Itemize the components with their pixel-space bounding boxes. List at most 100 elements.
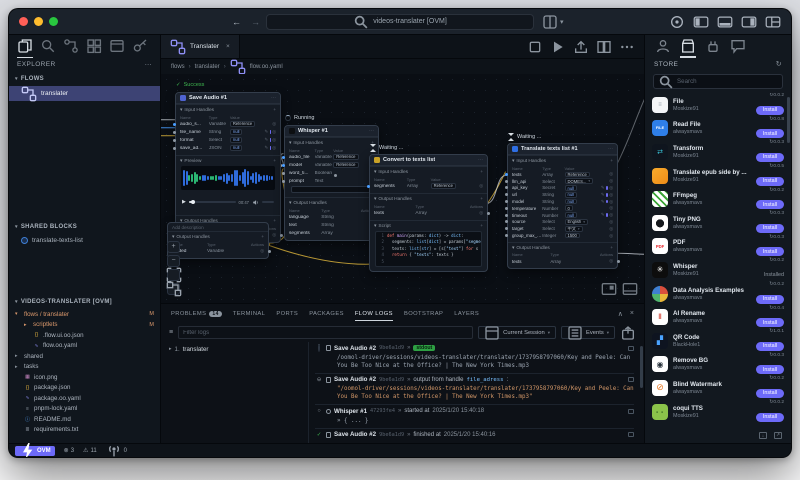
- file-tree-item[interactable]: {} package.json: [9, 383, 160, 394]
- maximize-window-button[interactable]: [49, 17, 58, 26]
- file-tree-item[interactable]: {} .flow.ui.oo.json: [9, 330, 160, 341]
- close-window-button[interactable]: [19, 17, 28, 26]
- sidebar-item-translate-texts-list[interactable]: translate-texts-list: [9, 233, 160, 247]
- log-row[interactable]: ⊖ Save Audio #2 9be6a1d9» output from handl…: [315, 372, 634, 405]
- flow-node-extra-output[interactable]: Add description▾Output Handles+NameTypeA…: [167, 222, 271, 259]
- install-button[interactable]: Install: [755, 176, 784, 186]
- seek-bar[interactable]: [188, 199, 236, 204]
- flow-node-translate[interactable]: Waiting ... Translate texts list #1 ⋯ ▾ Inpu…: [505, 133, 620, 269]
- output-handle-row[interactable]: texts Array ◎: [374, 209, 490, 217]
- project-section-header[interactable]: ▾ VIDEOS-TRANSLATER [OVM]: [9, 295, 160, 308]
- value-chip[interactable]: English ▾: [564, 219, 589, 225]
- import-package-icon[interactable]: ↓: [759, 431, 767, 439]
- input-handle-row[interactable]: url String null ✎ ◎: [505, 191, 613, 198]
- input-handle-row[interactable]: segments Array Reference ◎: [367, 182, 483, 190]
- store-item[interactable]: ⊘ Blind Watermark alwaysmavs ↻0.0.2 Install: [652, 376, 784, 400]
- filter-list-icon[interactable]: ≡: [169, 329, 173, 336]
- file-tree-item[interactable]: ⓘ README.md: [9, 414, 160, 425]
- refresh-icon[interactable]: ↻: [776, 60, 782, 68]
- value-chip[interactable]: null: [229, 128, 243, 135]
- install-button[interactable]: Install: [755, 223, 784, 233]
- copy-icon[interactable]: [628, 432, 634, 437]
- file-tree-item[interactable]: ∿ flow.oo.yaml: [9, 341, 160, 352]
- node-menu-icon[interactable]: ⋯: [608, 146, 613, 152]
- node-menu-icon[interactable]: ⋯: [478, 157, 483, 163]
- options-icon[interactable]: ◎: [260, 248, 264, 254]
- text-input[interactable]: [291, 186, 372, 193]
- panel-tab-layers[interactable]: LAYERS: [454, 304, 479, 323]
- stop-icon[interactable]: [527, 39, 543, 55]
- panel-tab-flow-logs[interactable]: FLOW LOGS: [354, 304, 394, 323]
- store-item[interactable]: Tiny PNG alwaysmavs ↻0.0.3 Install: [652, 211, 784, 235]
- node-menu-icon[interactable]: ⋯: [271, 95, 276, 101]
- color-swatch-icon[interactable]: [269, 146, 271, 150]
- explorer-icon[interactable]: [17, 38, 33, 58]
- store-item[interactable]: Data Analysis Examples alwaysmavs ↻0.0.2 In…: [652, 282, 784, 306]
- community-icon[interactable]: [655, 38, 671, 54]
- fit-view-button[interactable]: [166, 267, 181, 283]
- options-icon[interactable]: ◎: [609, 199, 613, 205]
- log-scrollbar[interactable]: [640, 346, 643, 388]
- store-tab-icon[interactable]: [680, 38, 696, 58]
- toggle-right-panel-icon[interactable]: [741, 14, 757, 30]
- value-chip[interactable]: Reference: [564, 171, 590, 178]
- node-header[interactable]: Whisper #1 ⋯: [285, 126, 378, 137]
- flow-node-save-audio[interactable]: ✓ Success Save Audio #1 ⋯ ▾ Input Handles + Nam…: [173, 82, 283, 243]
- collapse-panel-icon[interactable]: ∧: [618, 310, 623, 318]
- more-actions-icon[interactable]: ⋯: [145, 61, 152, 69]
- file-tree-item[interactable]: ∿ package.oo.yaml: [9, 393, 160, 404]
- add-handle-icon[interactable]: +: [610, 159, 613, 164]
- close-panel-icon[interactable]: ×: [630, 310, 634, 317]
- color-swatch-icon[interactable]: [605, 193, 608, 197]
- options-icon[interactable]: ◎: [609, 219, 613, 225]
- zoom-in-button[interactable]: +: [167, 241, 180, 253]
- file-tree-item[interactable]: ▸ shared: [9, 351, 160, 362]
- close-tab-icon[interactable]: ×: [226, 43, 230, 50]
- options-icon[interactable]: ◎: [272, 145, 276, 151]
- options-icon[interactable]: ◎: [609, 233, 613, 239]
- file-tree-item[interactable]: ▸ tasks: [9, 362, 160, 373]
- input-handle-row[interactable]: texts Array Reference ◎: [505, 171, 613, 178]
- breadcrumb-segment[interactable]: flows: [171, 64, 185, 70]
- update-icon[interactable]: [669, 14, 685, 30]
- add-handle-icon[interactable]: +: [480, 170, 483, 175]
- open-external-icon[interactable]: ↗: [774, 431, 782, 439]
- sidebar-item-translater[interactable]: translater: [9, 86, 160, 101]
- panel-tab-problems[interactable]: PROBLEMS 14: [171, 304, 222, 323]
- breadcrumb-segment[interactable]: flow.oo.yaml: [250, 64, 283, 70]
- value-chip[interactable]: null: [564, 185, 578, 191]
- options-icon[interactable]: ◎: [272, 129, 276, 135]
- success-icon[interactable]: ✓: [315, 432, 323, 438]
- toggle-bottom-panel-icon[interactable]: [717, 14, 733, 30]
- value-chip[interactable]: Reference: [430, 182, 456, 189]
- file-tree-item[interactable]: ≡ pnpm-lock.yaml: [9, 404, 160, 415]
- install-button[interactable]: Install: [755, 318, 784, 328]
- options-icon[interactable]: ◎: [609, 258, 613, 264]
- install-button[interactable]: Install: [755, 247, 784, 257]
- input-handle-row[interactable]: file_name String null ✎ ◎: [173, 128, 276, 136]
- add-handle-icon[interactable]: +: [610, 246, 613, 251]
- collapsed-icon[interactable]: ⊖: [315, 377, 323, 383]
- color-swatch-icon[interactable]: [269, 138, 271, 142]
- value-chip[interactable]: null: [229, 136, 243, 143]
- options-icon[interactable]: ◎: [609, 171, 613, 177]
- warnings-indicator[interactable]: ⚠ 11: [83, 447, 97, 455]
- options-icon[interactable]: ◎: [609, 178, 613, 184]
- edit-icon[interactable]: ✎: [601, 199, 605, 205]
- events-dropdown[interactable]: Events ▾: [561, 325, 615, 340]
- store-item[interactable]: ◉ Remove BG alwaysmavs ↻0.0.3 Install: [652, 353, 784, 377]
- store-item[interactable]: ≡ File Moskize91 ↻0.0.2 Install: [652, 93, 784, 117]
- install-button[interactable]: Install: [755, 152, 784, 162]
- errors-indicator[interactable]: ⊗ 3: [64, 447, 74, 455]
- add-handle-icon[interactable]: +: [273, 108, 276, 113]
- layout-selector[interactable]: ▾: [542, 14, 564, 30]
- command-center[interactable]: videos-translater [OVM]: [266, 13, 534, 30]
- store-item[interactable]: Translate epub side by ... Moskize91 ↻0.0.…: [652, 164, 784, 188]
- value-chip[interactable]: 中文 ▾: [564, 225, 583, 232]
- flows-section-header[interactable]: ▾ FLOWS: [9, 72, 160, 85]
- edit-icon[interactable]: ✎: [264, 129, 268, 135]
- store-item[interactable]: FILE Read File alwaysmavs ↻0.0.8 Install: [652, 117, 784, 141]
- options-icon[interactable]: ◎: [609, 185, 613, 191]
- input-handle-row[interactable]: format Select null ✎ ◎: [173, 136, 276, 144]
- store-search-input[interactable]: [677, 78, 778, 85]
